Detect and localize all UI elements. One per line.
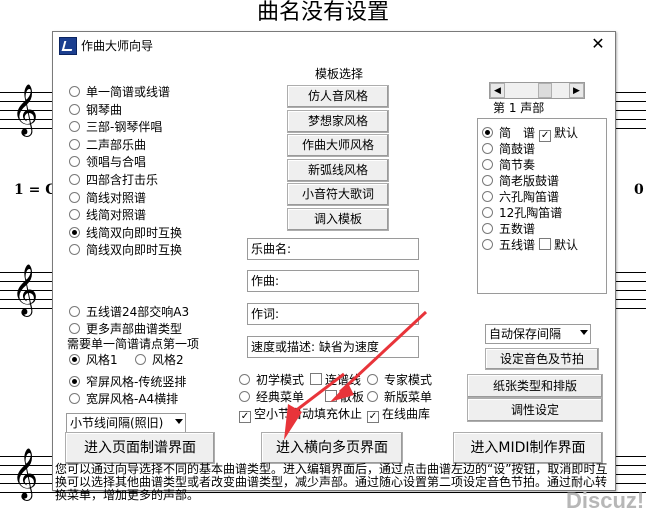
arrow-2-line	[293, 372, 345, 414]
watermark-logo: Discuz!	[566, 488, 645, 513]
annotation-arrows	[284, 310, 428, 440]
arrow-1-line	[338, 310, 428, 394]
arrow-1-head	[330, 383, 354, 402]
